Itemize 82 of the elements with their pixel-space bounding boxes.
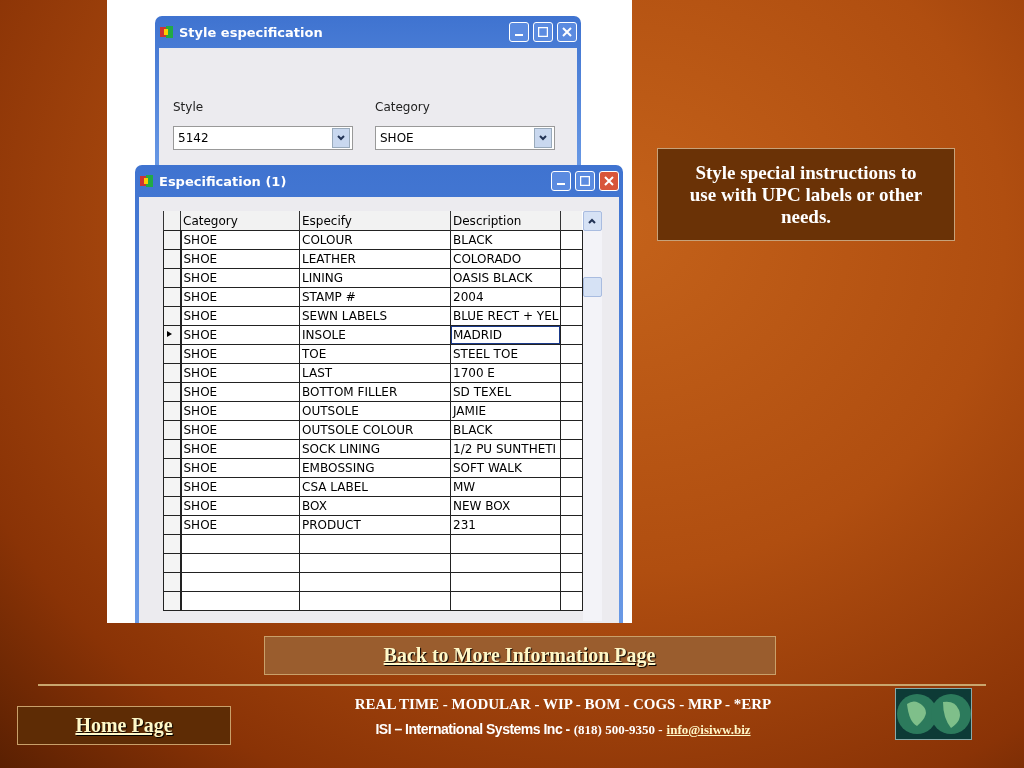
maximize-button[interactable]	[533, 22, 553, 42]
table-cell: SOCK LINING	[299, 439, 451, 459]
app-icon	[159, 24, 175, 40]
close-button[interactable]	[557, 22, 577, 42]
table-cell: BOTTOM FILLER	[299, 382, 451, 402]
minimize-button[interactable]	[509, 22, 529, 42]
table-cell: SHOE	[180, 325, 300, 345]
field-label: Category	[375, 100, 431, 114]
table-cell: COLORADO	[450, 249, 561, 269]
table-cell: BLACK	[450, 230, 561, 250]
table-cell: PRODUCT	[299, 515, 451, 535]
table-cell: SHOE	[180, 515, 300, 535]
table-cell: 1/2 PU SUNTHETI	[450, 439, 561, 459]
table-cell: SEWN LABELS	[299, 306, 451, 326]
table-cell: COLOUR	[299, 230, 451, 250]
row-pointer-icon	[164, 329, 174, 339]
table-cell: SHOE	[180, 249, 300, 269]
phone-text: (818) 500-9350 -	[573, 722, 663, 738]
table-cell: STEEL TOE	[450, 344, 561, 364]
table-cell: SD TEXEL	[450, 382, 561, 402]
minimize-button[interactable]	[551, 171, 571, 191]
table-cell: SHOE	[180, 420, 300, 440]
column-header[interactable]: Category	[180, 211, 300, 231]
table-cell: MW	[450, 477, 561, 497]
table-cell: SHOE	[180, 268, 300, 288]
back-link[interactable]: Back to More Information Page	[263, 636, 776, 675]
app-icon	[139, 173, 155, 189]
globe-icon[interactable]	[895, 688, 972, 740]
email-link[interactable]: info@isiww.biz	[666, 722, 751, 738]
table-cell: EMBOSSING	[299, 458, 451, 478]
dropdown-field[interactable]: 5142	[173, 126, 353, 150]
close-icon	[562, 27, 572, 37]
table-cell: SHOE	[180, 477, 300, 497]
table-cell: SHOE	[180, 363, 300, 383]
table-cell: SHOE	[180, 439, 300, 459]
table-cell: SHOE	[180, 230, 300, 250]
row-selector-cell[interactable]	[163, 230, 181, 250]
window-title: Style especification	[179, 24, 324, 40]
table-cell: SHOE	[180, 306, 300, 326]
table-cell: OUTSOLE	[299, 401, 451, 421]
maximize-icon	[538, 27, 548, 37]
table-cell: SOFT WALK	[450, 458, 561, 478]
table-cell: OASIS BLACK	[450, 268, 561, 288]
table-cell: SHOE	[180, 287, 300, 307]
table-cell: SHOE	[180, 458, 300, 478]
table-cell: LINING	[299, 268, 451, 288]
table-cell: STAMP #	[299, 287, 451, 307]
chevron-icon	[332, 128, 350, 148]
column-header[interactable]: Especify	[299, 211, 451, 231]
maximize-button[interactable]	[575, 171, 595, 191]
table-cell: MADRID	[450, 325, 561, 345]
table-cell: 231	[450, 515, 561, 535]
note-text: Style special instructions to use with UPC labels or other needs.	[657, 148, 955, 241]
table-cell: LAST	[299, 363, 451, 383]
tagline-text: REAL TIME - MODULAR - WIP - BOM - COGS - MRP - *ERP	[354, 696, 772, 713]
column-header[interactable]: Description	[450, 211, 561, 231]
table-cell: CSA LABEL	[299, 477, 451, 497]
table-cell: SHOE	[180, 401, 300, 421]
table-cell: BLACK	[450, 420, 561, 440]
home-link[interactable]: Home Page	[17, 706, 231, 745]
dropdown-field[interactable]: SHOE	[375, 126, 555, 150]
table-cell: 2004	[450, 287, 561, 307]
maximize-icon	[580, 176, 590, 186]
table-cell: SHOE	[180, 344, 300, 364]
table-cell: JAMIE	[450, 401, 561, 421]
table-cell: SHOE	[180, 382, 300, 402]
table-cell: NEW BOX	[450, 496, 561, 516]
table-cell: 1700 E	[450, 363, 561, 383]
close-button[interactable]	[599, 171, 619, 191]
company-name: ISI – International Systems Inc -	[375, 721, 570, 737]
table-cell: BOX	[299, 496, 451, 516]
table-cell: TOE	[299, 344, 451, 364]
close-icon	[604, 176, 614, 186]
chevron-up-icon	[588, 218, 596, 224]
table-cell: BLUE RECT + YEL	[450, 306, 561, 326]
table-cell: LEATHER	[299, 249, 451, 269]
window-title: Especification (1)	[159, 173, 288, 189]
chevron-icon	[534, 128, 552, 148]
field-label: Style	[173, 100, 205, 114]
table-cell: SHOE	[180, 496, 300, 516]
table-cell: OUTSOLE COLOUR	[299, 420, 451, 440]
table-cell: INSOLE	[299, 325, 451, 345]
